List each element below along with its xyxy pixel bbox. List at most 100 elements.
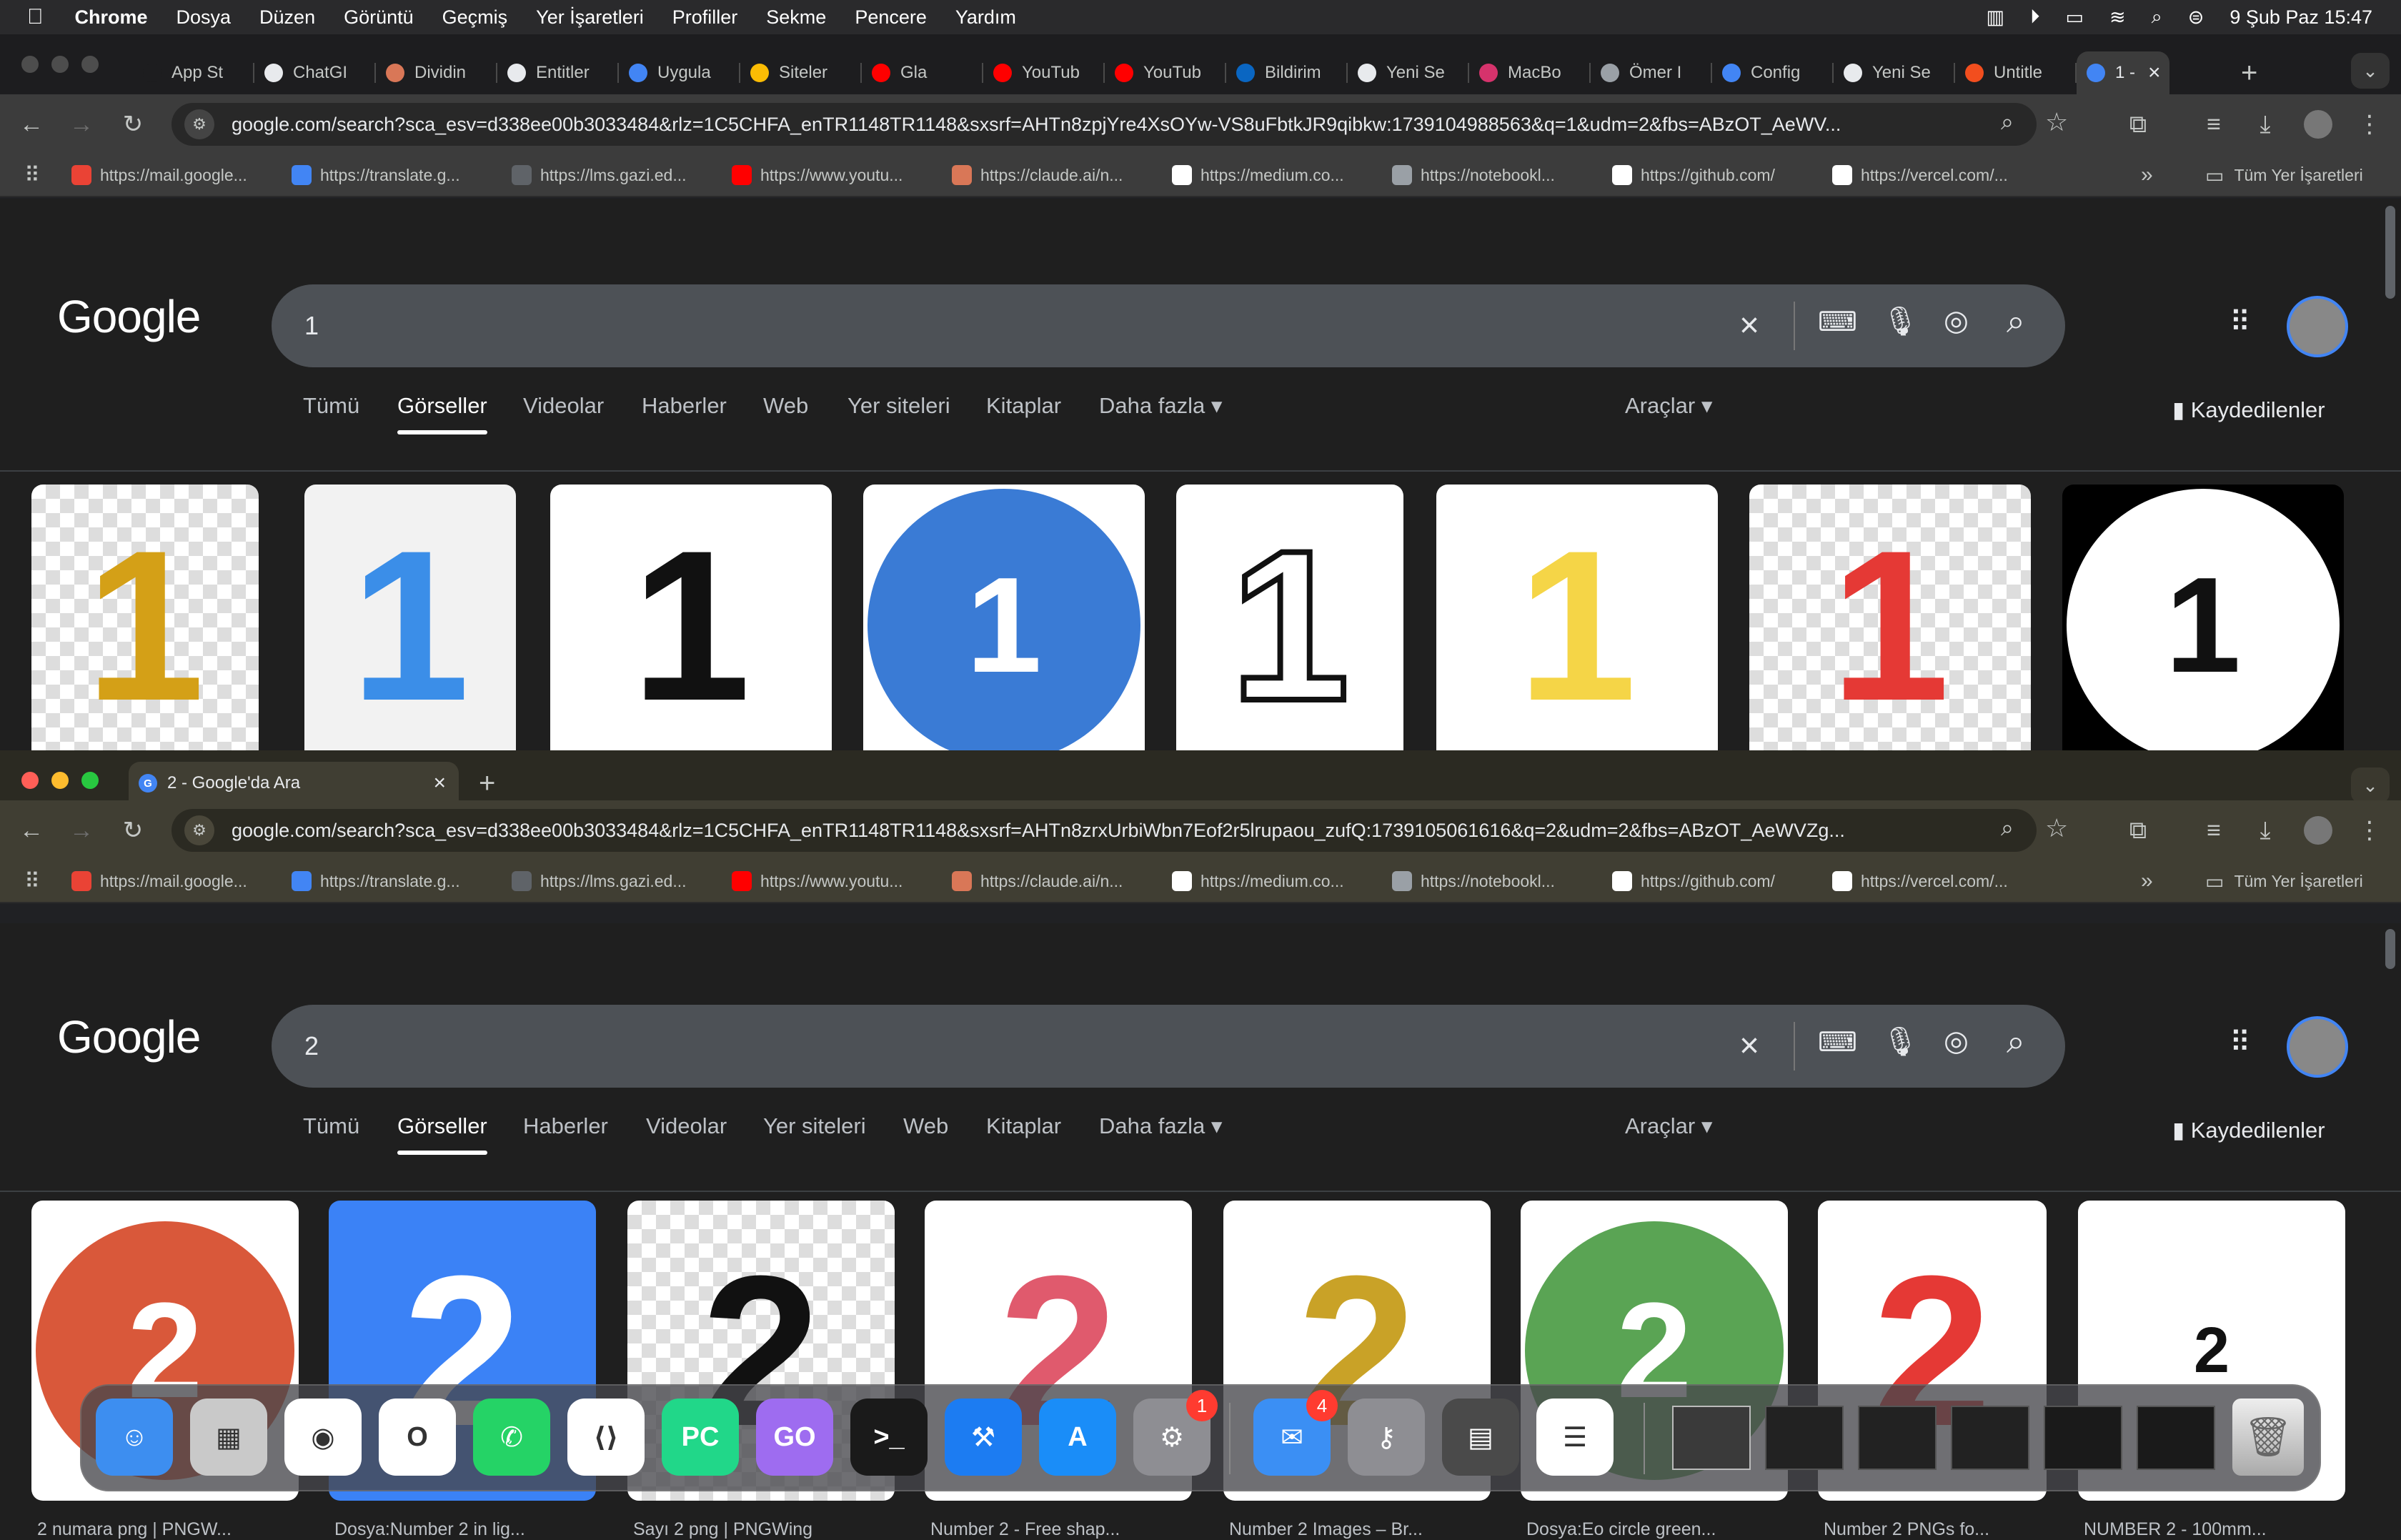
image-result-caption[interactable]: 2 numara png | PNGW... (37, 1519, 304, 1540)
menu-item-6[interactable]: Sekme (766, 6, 826, 29)
menu-app-name[interactable]: Chrome (75, 6, 148, 29)
tools-button[interactable]: Araçlar ▾ (1625, 1113, 1712, 1139)
site-settings-icon[interactable]: ⚙ (184, 815, 214, 845)
close-window-button[interactable] (21, 772, 39, 789)
image-result-caption[interactable]: NUMBER 2 - 100mm... (2084, 1519, 2351, 1540)
chrome-menu-icon[interactable]: ⋮ (2354, 109, 2385, 140)
dock-app-pycharm[interactable]: PC (662, 1399, 739, 1476)
tab-item[interactable]: Ömer I (1591, 51, 1712, 94)
image-result-caption[interactable]: Number 2 Images – Br... (1229, 1519, 1496, 1540)
image-result-thumbnail[interactable]: 1 (1176, 485, 1403, 766)
minimize-window-button[interactable] (51, 56, 69, 73)
window-layout-icon[interactable]: ▥ (1986, 6, 2004, 29)
back-arrow-icon[interactable]: ← (16, 815, 47, 846)
nav-tab-0[interactable]: Tümü (303, 1113, 359, 1139)
bookmark-item[interactable]: https://claude.ai/n... (951, 871, 1172, 891)
image-result-thumbnail[interactable]: 1 (863, 485, 1145, 766)
nav-tab-2[interactable]: Videolar (523, 393, 604, 419)
zoom-window-button[interactable] (81, 772, 99, 789)
image-result-caption[interactable]: Sayı 2 png | PNGWing (633, 1519, 900, 1540)
search-icon[interactable]: ⌕ (2007, 1022, 2025, 1062)
saved-button[interactable]: ▮ Kaydedilenler (2172, 1118, 2325, 1143)
media-play-icon[interactable]: ⏵ (2030, 6, 2040, 29)
minimized-window-thumbnail[interactable] (1951, 1406, 2029, 1470)
dock-app-keychain[interactable]: ⚷ (1348, 1399, 1425, 1476)
dock-app-finder[interactable]: ☺ (96, 1399, 173, 1476)
nav-tab-4[interactable]: Yer siteleri (763, 1113, 866, 1139)
nav-tab-6[interactable]: Kitaplar (986, 1113, 1061, 1139)
bookmark-item[interactable]: https://claude.ai/n... (951, 165, 1172, 185)
extensions-icon[interactable]: ⧉ (2122, 109, 2154, 140)
image-result-thumbnail[interactable]: 1 (550, 485, 832, 766)
address-bar[interactable]: ⚙ google.com/search?sca_esv=d338ee00b303… (172, 103, 2068, 146)
zoom-window-button[interactable] (81, 56, 99, 73)
apple-icon[interactable]:  (27, 5, 44, 29)
all-bookmarks-folder[interactable]: ▭ Tüm Yer İşaretleri (2205, 870, 2363, 893)
reading-list-icon[interactable]: ≡ (2198, 109, 2230, 140)
google-logo[interactable]: Google (57, 1010, 201, 1063)
tab-item[interactable]: Bildirim (1226, 51, 1348, 94)
dock-app-reminders[interactable]: ☰ (1536, 1399, 1614, 1476)
tab-item[interactable]: App St (133, 51, 254, 94)
microphone-icon[interactable]: 🎙 (1882, 1025, 1919, 1058)
tab-item[interactable]: Yeni Se (1834, 51, 1955, 94)
spotlight-search-icon[interactable]: ⌕ (2152, 6, 2162, 29)
image-result-caption[interactable]: Number 2 PNGs fo... (1824, 1519, 2052, 1540)
bookmark-star-icon[interactable]: ☆ (2045, 107, 2068, 137)
apps-grid-icon[interactable]: ⠿ (2230, 306, 2250, 339)
tab-item[interactable]: Untitle (1955, 51, 2077, 94)
new-tab-button[interactable]: + (2241, 57, 2257, 89)
search-box[interactable]: 1 × ⌨ 🎙 ◎ ⌕ (272, 284, 2065, 367)
bookmark-star-icon[interactable]: ☆ (2045, 813, 2068, 843)
back-arrow-icon[interactable]: ← (16, 109, 47, 140)
nav-tab-6[interactable]: Kitaplar (986, 393, 1061, 419)
chrome-menu-icon[interactable]: ⋮ (2354, 815, 2385, 846)
image-result-thumbnail[interactable]: 1 (1749, 485, 2031, 766)
control-center-icon[interactable]: ⊜ (2188, 6, 2204, 29)
close-tab-icon[interactable]: × (433, 771, 446, 795)
search-icon[interactable]: ⌕ (2007, 302, 2025, 342)
dock-app-xcode[interactable]: ⚒ (945, 1399, 1022, 1476)
tab-item[interactable]: Dividin (376, 51, 497, 94)
bookmark-item[interactable]: https://translate.g... (291, 871, 512, 891)
search-input[interactable]: 2 (304, 1031, 319, 1061)
account-avatar[interactable] (2287, 1016, 2348, 1078)
download-icon[interactable]: ⤓ (2250, 815, 2281, 846)
all-bookmarks-folder[interactable]: ▭ Tüm Yer İşaretleri (2205, 164, 2363, 187)
bookmark-item[interactable]: https://github.com/ (1611, 165, 1832, 185)
close-tab-icon[interactable]: × (2148, 61, 2161, 85)
tab-item[interactable]: Config (1712, 51, 1834, 94)
bookmark-item[interactable]: https://vercel.com/... (1831, 871, 2052, 891)
bookmark-item[interactable]: https://mail.google... (71, 871, 292, 891)
bookmark-item[interactable]: https://medium.co... (1171, 165, 1392, 185)
nav-tab-3[interactable]: Haberler (642, 393, 727, 419)
reload-icon[interactable]: ↻ (117, 815, 149, 846)
image-result-thumbnail[interactable]: 1 (1436, 485, 1718, 766)
url-text[interactable]: google.com/search?sca_esv=d338ee00b30334… (232, 114, 1904, 136)
minimized-window-thumbnail[interactable] (1858, 1406, 1937, 1470)
bookmark-item[interactable]: https://lms.gazi.ed... (511, 165, 732, 185)
menubar-clock[interactable]: 9 Şub Paz 15:47 (2230, 6, 2372, 29)
new-tab-button[interactable]: + (479, 767, 495, 800)
bookmark-item[interactable]: https://lms.gazi.ed... (511, 871, 732, 891)
tab-item[interactable]: 1 - × (2077, 51, 2169, 94)
bookmark-item[interactable]: https://vercel.com/... (1831, 165, 2052, 185)
menu-item-7[interactable]: Pencere (855, 6, 927, 29)
tab-item[interactable]: Uygula (619, 51, 740, 94)
dock-app-launchpad[interactable]: ▦ (190, 1399, 267, 1476)
image-result-thumbnail[interactable]: 1 (2062, 485, 2344, 766)
tab-item[interactable]: Entitler (497, 51, 619, 94)
tools-button[interactable]: Araçlar ▾ (1625, 393, 1712, 419)
saved-button[interactable]: ▮ Kaydedilenler (2172, 397, 2325, 423)
more-bookmarks-icon[interactable]: » (2141, 163, 2153, 187)
profile-avatar-icon[interactable] (2302, 109, 2334, 140)
nav-tab-1[interactable]: Görseller (397, 1113, 487, 1155)
image-result-thumbnail[interactable]: 1 (304, 485, 516, 766)
search-input[interactable]: 1 (304, 311, 319, 341)
lens-camera-icon[interactable]: ◎ (1944, 1025, 1969, 1058)
keyboard-icon[interactable]: ⌨ (1818, 306, 1857, 338)
tab-search-button[interactable]: ⌄ (2351, 53, 2390, 89)
account-avatar[interactable] (2287, 296, 2348, 357)
bookmark-item[interactable]: https://github.com/ (1611, 871, 1832, 891)
trash-icon[interactable]: 🗑 (2232, 1399, 2304, 1476)
